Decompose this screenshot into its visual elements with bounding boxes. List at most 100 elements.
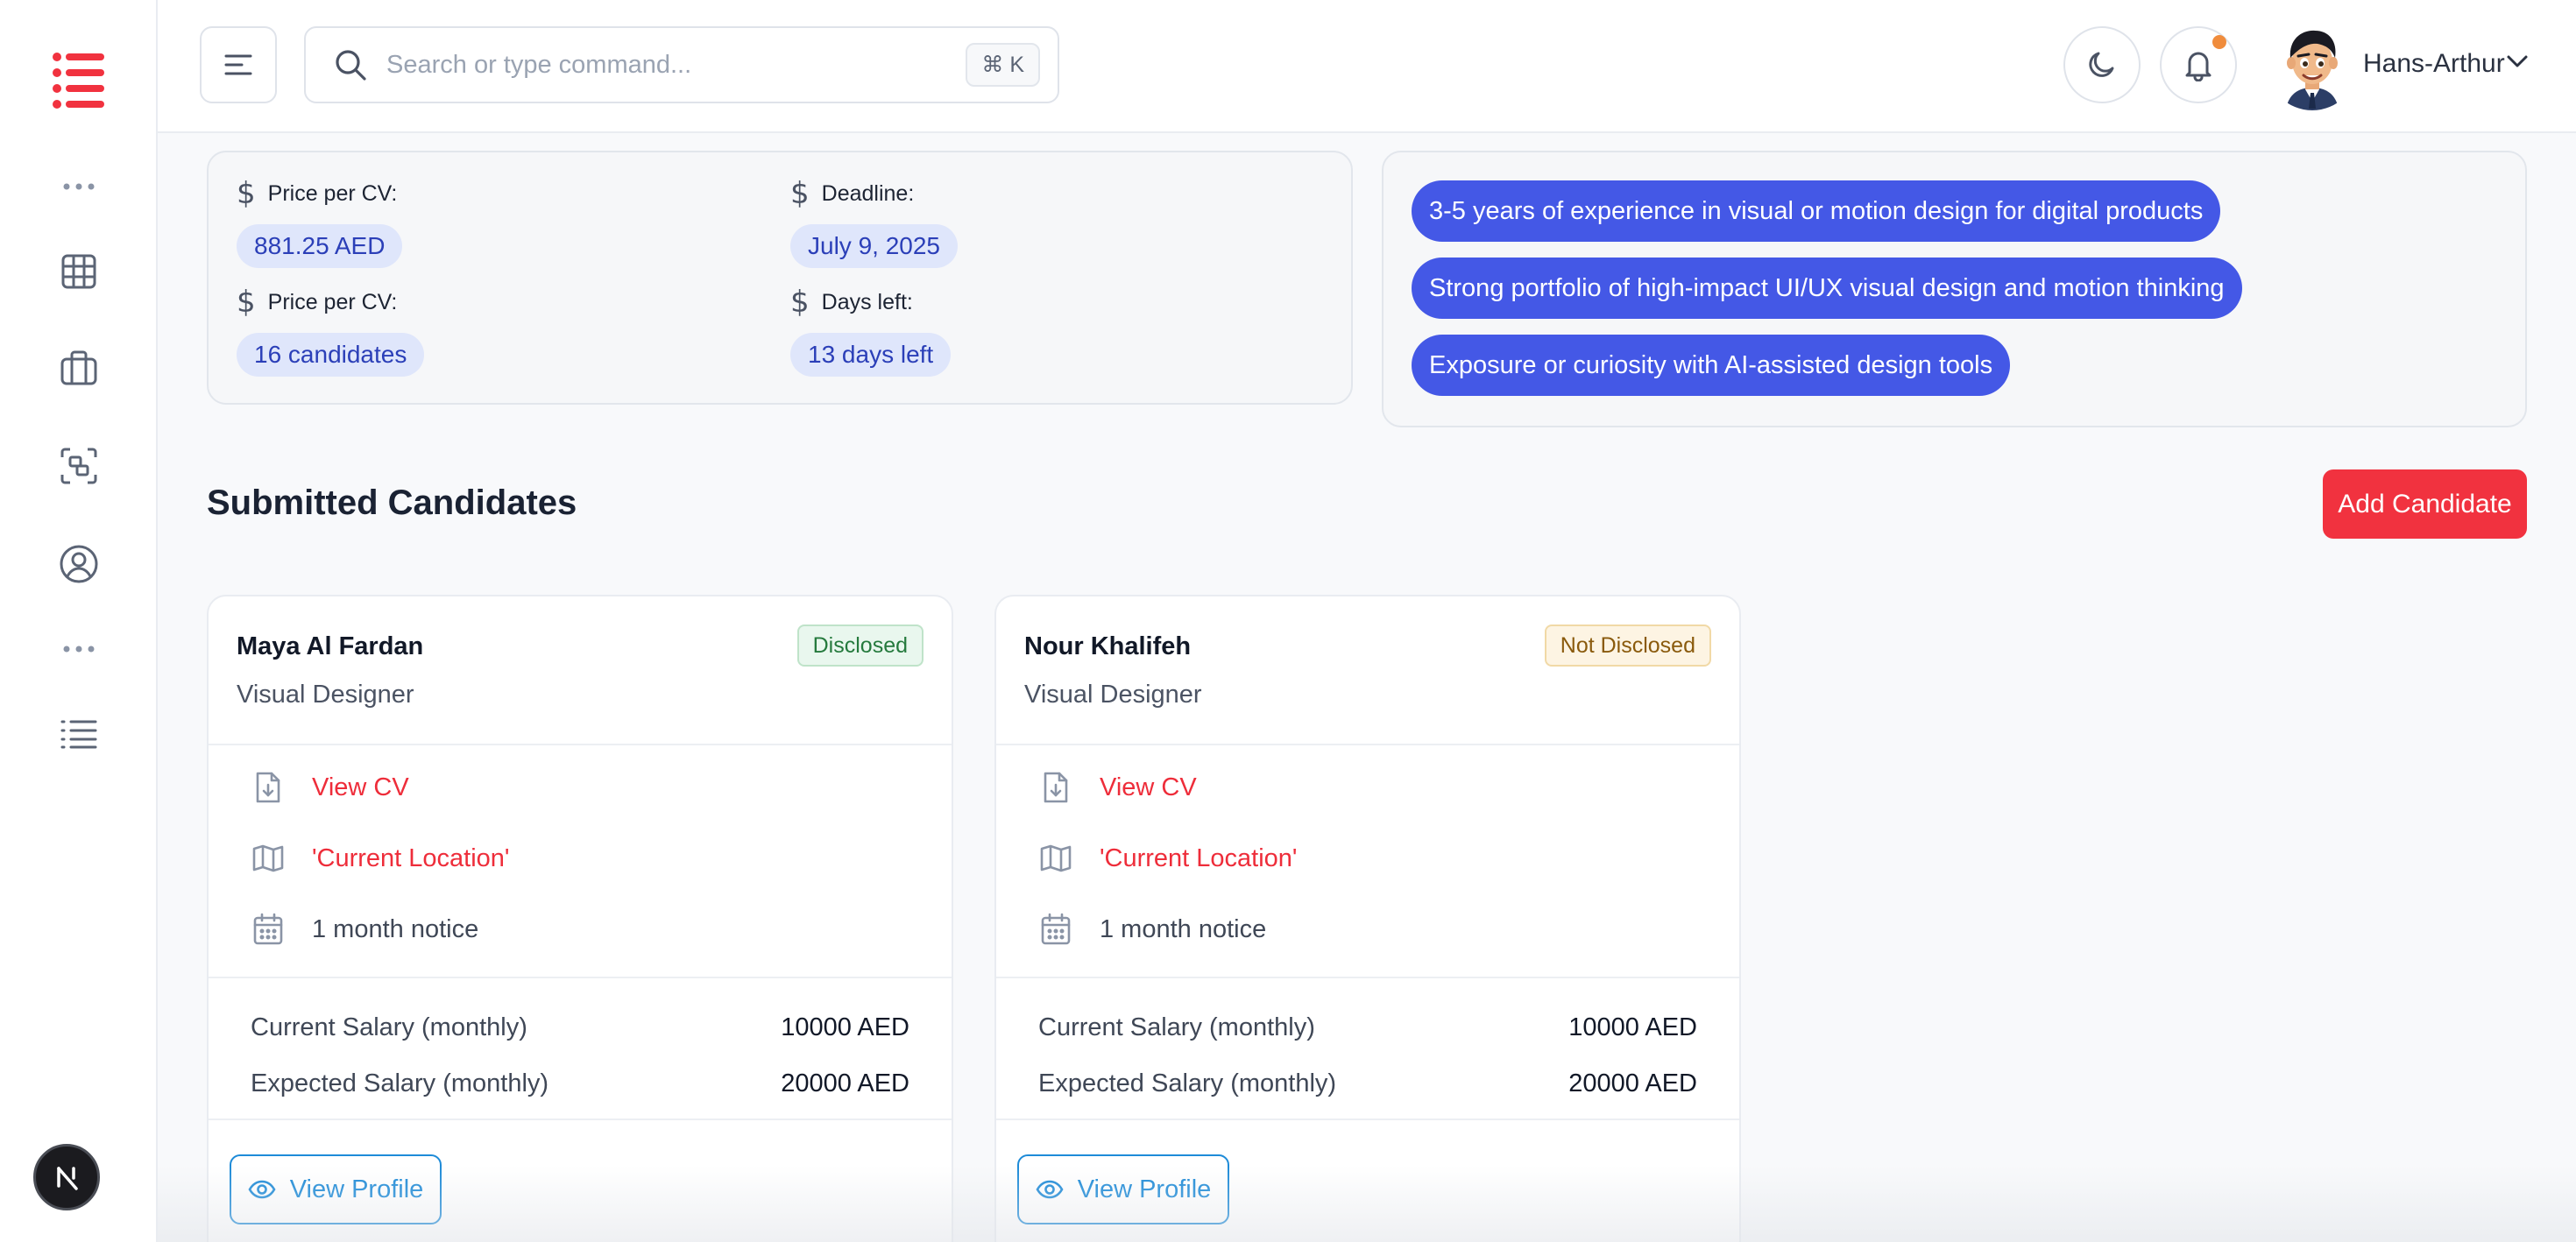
search-bar[interactable]: ⌘ K [304, 26, 1059, 103]
dollar-icon: $ [237, 285, 256, 320]
deadline-field: $ Deadline: July 9, 2025 [790, 176, 958, 268]
candidates-value-pill: 16 candidates [237, 333, 425, 377]
view-cv-label[interactable]: View CV [1100, 773, 1197, 802]
notice-text: 1 month notice [312, 914, 479, 943]
days-left-field: $ Days left: 13 days left [790, 285, 952, 377]
calendar-icon [251, 913, 286, 946]
candidates-count-field: $ Price per CV: 16 candidates [237, 285, 425, 377]
app-root: ⌘ K [0, 0, 2576, 1242]
candidate-name: Maya Al Fardan [237, 632, 424, 660]
candidate-card: Maya Al Fardan Visual Designer Disclosed… [207, 595, 953, 1242]
status-badge: Not Disclosed [1544, 625, 1711, 667]
eye-icon [248, 1180, 276, 1199]
notice-row: 1 month notice [251, 909, 478, 949]
scan-icon [60, 448, 97, 484]
file-download-icon [1038, 771, 1073, 804]
map-icon [251, 843, 286, 873]
divider [209, 977, 952, 978]
avatar[interactable] [2267, 19, 2358, 110]
file-download-icon [251, 771, 286, 804]
requirements-card: 3-5 years of experience in visual or mot… [1382, 151, 2527, 427]
candidate-role: Visual Designer [1024, 681, 1202, 709]
map-icon [1038, 843, 1073, 873]
divider [996, 744, 1739, 745]
candidate-card: Nour Khalifeh Visual Designer Not Disclo… [994, 595, 1741, 1242]
deadline-value-pill: July 9, 2025 [790, 224, 958, 268]
dollar-icon: $ [790, 285, 810, 320]
requirement-tag: Strong portfolio of high-impact UI/UX vi… [1412, 258, 2242, 319]
field-label: Deadline: [821, 180, 915, 206]
expected-salary-row: Expected Salary (monthly) 20000 AED [1038, 1069, 1697, 1098]
notice-row: 1 month notice [1038, 909, 1266, 949]
location-text: 'Current Location' [1100, 843, 1298, 872]
view-profile-label[interactable]: View Profile [290, 1175, 424, 1204]
search-icon [334, 48, 367, 81]
current-salary-value: 10000 AED [1568, 1013, 1697, 1041]
menu-lines-icon [224, 54, 252, 75]
view-cv-label[interactable]: View CV [312, 773, 409, 802]
current-salary-row: Current Salary (monthly) 10000 AED [1038, 1013, 1697, 1042]
location-text: 'Current Location' [312, 843, 510, 872]
briefcase-icon [60, 350, 97, 385]
shortcut-hint: ⌘ K [966, 43, 1040, 87]
status-badge: Disclosed [796, 625, 924, 667]
expected-salary-value: 20000 AED [781, 1069, 909, 1097]
view-profile-button[interactable]: View Profile [1017, 1154, 1229, 1224]
expected-salary-label: Expected Salary (monthly) [251, 1069, 549, 1097]
toggle-menu-button[interactable] [200, 26, 277, 103]
dollar-icon: $ [237, 176, 256, 211]
section-title: Submitted Candidates [207, 483, 577, 522]
current-salary-value: 10000 AED [781, 1013, 909, 1041]
user-name[interactable]: Hans-Arthur [2363, 49, 2505, 79]
logo-list-icon[interactable] [0, 46, 158, 116]
view-cv-link[interactable]: View CV [251, 767, 409, 808]
sidebar-item-list[interactable] [0, 713, 158, 755]
top-header: ⌘ K [158, 0, 2576, 133]
expected-salary-label: Expected Salary (monthly) [1038, 1069, 1337, 1097]
days-left-value-pill: 13 days left [790, 333, 952, 377]
price-per-cv-field: $ Price per CV: 881.25 AED [237, 176, 403, 268]
candidate-name: Nour Khalifeh [1024, 632, 1192, 660]
requirement-tag: Exposure or curiosity with AI-assisted d… [1412, 335, 2011, 396]
divider [209, 744, 952, 745]
sidebar-item-jobs[interactable] [0, 347, 158, 389]
moon-icon [2089, 52, 2114, 77]
sidebar-item-grid[interactable] [0, 251, 158, 293]
field-label: Price per CV: [267, 289, 398, 314]
sidebar-item-profile[interactable] [0, 543, 158, 585]
search-input[interactable] [386, 50, 966, 80]
nextjs-badge-icon[interactable] [33, 1144, 100, 1210]
chevron-down-icon[interactable] [2506, 54, 2529, 73]
notification-dot [2212, 35, 2226, 49]
sidebar [0, 0, 158, 1242]
bell-icon [2185, 52, 2212, 81]
divider [996, 1119, 1739, 1120]
location-row: 'Current Location' [251, 838, 509, 879]
field-label: Days left: [821, 289, 913, 314]
candidate-role: Visual Designer [237, 681, 414, 709]
dollar-icon: $ [790, 176, 810, 211]
field-label: Price per CV: [267, 180, 398, 206]
view-profile-button[interactable]: View Profile [230, 1154, 442, 1224]
calendar-icon [1038, 913, 1073, 946]
notifications-button[interactable] [2160, 26, 2237, 103]
job-summary-card: $ Price per CV: 881.25 AED $ Deadline: Jul… [207, 151, 1353, 405]
location-row: 'Current Location' [1038, 838, 1297, 879]
expected-salary-value: 20000 AED [1568, 1069, 1697, 1097]
current-salary-row: Current Salary (monthly) 10000 AED [251, 1013, 909, 1042]
more-dots-icon [0, 172, 158, 201]
more-dots-icon [0, 634, 158, 664]
divider [996, 977, 1739, 978]
table-grid-icon [61, 254, 96, 289]
view-profile-label[interactable]: View Profile [1078, 1175, 1212, 1204]
divider [209, 1119, 952, 1120]
user-circle-icon [60, 545, 98, 583]
view-cv-link[interactable]: View CV [1038, 767, 1197, 808]
theme-toggle-button[interactable] [2063, 26, 2141, 103]
current-salary-label: Current Salary (monthly) [251, 1013, 527, 1041]
eye-icon [1036, 1180, 1064, 1199]
add-candidate-button[interactable]: Add Candidate [2323, 469, 2527, 539]
sidebar-item-scan[interactable] [0, 445, 158, 487]
price-value-pill: 881.25 AED [237, 224, 403, 268]
list-icon [60, 720, 97, 749]
